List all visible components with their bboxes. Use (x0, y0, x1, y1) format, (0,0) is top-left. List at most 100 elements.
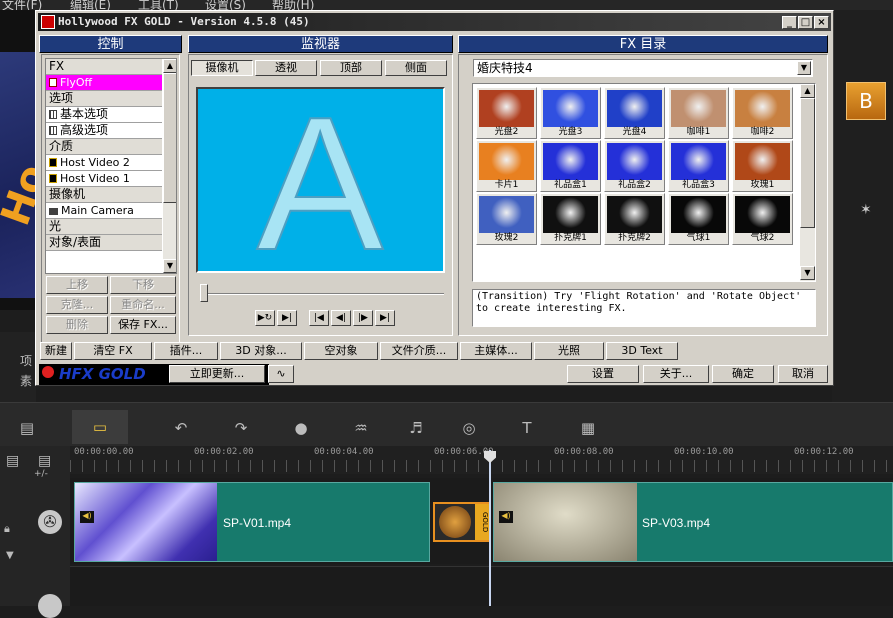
play-once-icon[interactable]: ▶| (277, 310, 297, 326)
menu-settings[interactable]: 设置(S) (205, 0, 246, 10)
fx-thumbnail[interactable]: 卡片1 (476, 140, 537, 192)
timeline-slider-track[interactable] (202, 293, 444, 295)
minimize-button[interactable]: _ (782, 16, 797, 29)
tab-perspective[interactable]: 透视 (255, 60, 317, 76)
step-back-icon[interactable]: ◀| (331, 310, 351, 326)
transition-hollywood-fx[interactable]: GOLD (433, 502, 491, 542)
scroll-thumb[interactable] (800, 98, 815, 228)
timeline-slider-thumb[interactable] (200, 284, 208, 302)
catalog-scrollbar[interactable]: ▲ ▼ (800, 84, 815, 281)
fx-thumbnail[interactable]: 咖啡1 (668, 87, 729, 139)
scroll-up-icon[interactable]: ▲ (163, 59, 176, 73)
clone-button[interactable]: 克隆... (46, 296, 108, 314)
redo-icon[interactable]: ↷ (230, 418, 252, 438)
undo-icon[interactable]: ↶ (170, 418, 192, 438)
cancel-button[interactable]: 取消 (778, 365, 828, 383)
scroll-thumb[interactable] (163, 73, 176, 203)
settings-button[interactable]: 设置 (567, 365, 639, 383)
tree-item-main-camera[interactable]: Main Camera (46, 203, 162, 219)
fx-thumbnail[interactable]: 礼品盒1 (540, 140, 601, 192)
category-select[interactable]: 婚庆特技4 ▼ (473, 59, 813, 77)
tree-item-host-video-1[interactable]: Host Video 1 (46, 171, 162, 187)
tab-camera[interactable]: 摄像机 (191, 60, 253, 76)
zoom-control[interactable]: +/- (34, 469, 48, 479)
close-button[interactable]: × (814, 16, 829, 29)
tree-item-advanced-options[interactable]: 高级选项 (46, 123, 162, 139)
tree-item-host-video-2[interactable]: Host Video 2 (46, 155, 162, 171)
fx-thumbnail[interactable]: 光盘2 (476, 87, 537, 139)
fx-thumbnail[interactable]: 扑克牌1 (540, 193, 601, 245)
host-library-tile[interactable]: B (846, 82, 886, 120)
tree-item-light[interactable]: 光 (46, 219, 162, 235)
go-end-icon[interactable]: ▶| (375, 310, 395, 326)
fx-thumbnail[interactable]: 光盘3 (540, 87, 601, 139)
3d-object-button[interactable]: 3D 对象... (220, 342, 302, 360)
track-manager-icon[interactable]: ▤ (6, 453, 19, 469)
delete-button[interactable]: 删除 (46, 316, 108, 334)
clip-sp-v01[interactable]: ◀) SP-V01.mp4 (74, 482, 430, 562)
fx-thumbnail[interactable]: 玫瑰2 (476, 193, 537, 245)
go-start-icon[interactable]: |◀ (309, 310, 329, 326)
film-reel-icon[interactable]: ✇ (38, 510, 62, 534)
timeline-ruler[interactable]: 00:00:00.00 00:00:02.00 00:00:04.00 00:0… (70, 446, 893, 474)
chapter-icon[interactable]: ▤ (38, 453, 51, 469)
move-up-button[interactable]: 上移 (46, 276, 108, 294)
subtitle-icon[interactable]: T (516, 418, 538, 438)
menu-tools[interactable]: 工具(T) (138, 0, 179, 10)
tree-item-objects-surfaces[interactable]: 对象/表面 (46, 235, 162, 251)
auto-music-icon[interactable]: ♬ (405, 418, 427, 438)
menu-file[interactable]: 文件(F) (2, 0, 42, 10)
fx-thumbnail[interactable]: 气球2 (732, 193, 793, 245)
move-down-button[interactable]: 下移 (110, 276, 176, 294)
audio-icon[interactable]: ◀) (499, 511, 513, 523)
timeline-view-icon[interactable]: ▭ (72, 410, 128, 444)
fx-thumbnail[interactable]: 气球1 (668, 193, 729, 245)
menu-edit[interactable]: 编辑(E) (70, 0, 111, 10)
lock-icon[interactable]: 🔒︎ (4, 522, 10, 536)
scroll-down-icon[interactable]: ▼ (800, 266, 815, 280)
control-scrollbar[interactable]: ▲ ▼ (163, 59, 176, 273)
lighting-button[interactable]: 光照 (534, 342, 604, 360)
chevron-down-icon[interactable]: ▼ (6, 550, 14, 561)
camera-viewport[interactable]: A (196, 77, 445, 291)
3d-text-button[interactable]: 3D Text (606, 342, 678, 360)
tree-item-media[interactable]: 介质 (46, 139, 162, 155)
new-button[interactable]: 新建 (40, 342, 72, 360)
scroll-up-icon[interactable]: ▲ (800, 84, 815, 98)
file-media-button[interactable]: 文件介质... (380, 342, 458, 360)
tree-item-camera[interactable]: 摄像机 (46, 187, 162, 203)
multi-camera-icon[interactable]: ▦ (577, 418, 599, 438)
video-track[interactable]: ◀) SP-V01.mp4 GOLD ◀) SP-V03.mp4 (70, 478, 893, 564)
clip-sp-v03[interactable]: ◀) SP-V03.mp4 (493, 482, 893, 562)
tab-side[interactable]: 侧面 (385, 60, 447, 76)
fx-thumbnail[interactable]: 玫瑰1 (732, 140, 793, 192)
audio-mixer-icon[interactable]: ♒ (350, 418, 372, 438)
master-media-button[interactable]: 主媒体... (460, 342, 532, 360)
fx-thumbnail[interactable]: 礼品盒2 (604, 140, 665, 192)
rename-button[interactable]: 重命名... (110, 296, 176, 314)
control-tree[interactable]: FX FlyOff 选项 基本选项 高级选项 介质 Host Video 2 H… (45, 58, 177, 274)
playhead[interactable] (489, 450, 491, 606)
overlay-track-icon[interactable] (38, 594, 62, 618)
save-fx-button[interactable]: 保存 FX... (110, 316, 176, 334)
star-icon[interactable]: ✶ (860, 202, 872, 218)
scroll-down-icon[interactable]: ▼ (163, 259, 176, 273)
dialog-titlebar[interactable]: Hollywood FX GOLD - Version 4.5.8 (45) _… (38, 13, 831, 31)
tree-item-options[interactable]: 选项 (46, 91, 162, 107)
tree-item-fx[interactable]: FX (46, 59, 162, 75)
chevron-down-icon[interactable]: ▼ (797, 61, 811, 75)
maximize-button[interactable]: □ (798, 16, 813, 29)
tab-top[interactable]: 顶部 (320, 60, 382, 76)
tree-item-basic-options[interactable]: 基本选项 (46, 107, 162, 123)
fx-thumbnail[interactable]: 扑克牌2 (604, 193, 665, 245)
step-forward-icon[interactable]: |▶ (353, 310, 373, 326)
null-object-button[interactable]: 空对象 (304, 342, 378, 360)
menu-help[interactable]: 帮助(H) (272, 0, 314, 10)
audio-icon[interactable]: ◀) (80, 511, 94, 523)
motion-track-icon[interactable]: ◎ (458, 418, 480, 438)
tree-item-flyoff[interactable]: FlyOff (46, 75, 162, 91)
plugins-button[interactable]: 插件... (154, 342, 218, 360)
overlay-track[interactable] (70, 566, 893, 606)
fx-thumbnail[interactable]: 咖啡2 (732, 87, 793, 139)
about-button[interactable]: 关于... (643, 365, 709, 383)
